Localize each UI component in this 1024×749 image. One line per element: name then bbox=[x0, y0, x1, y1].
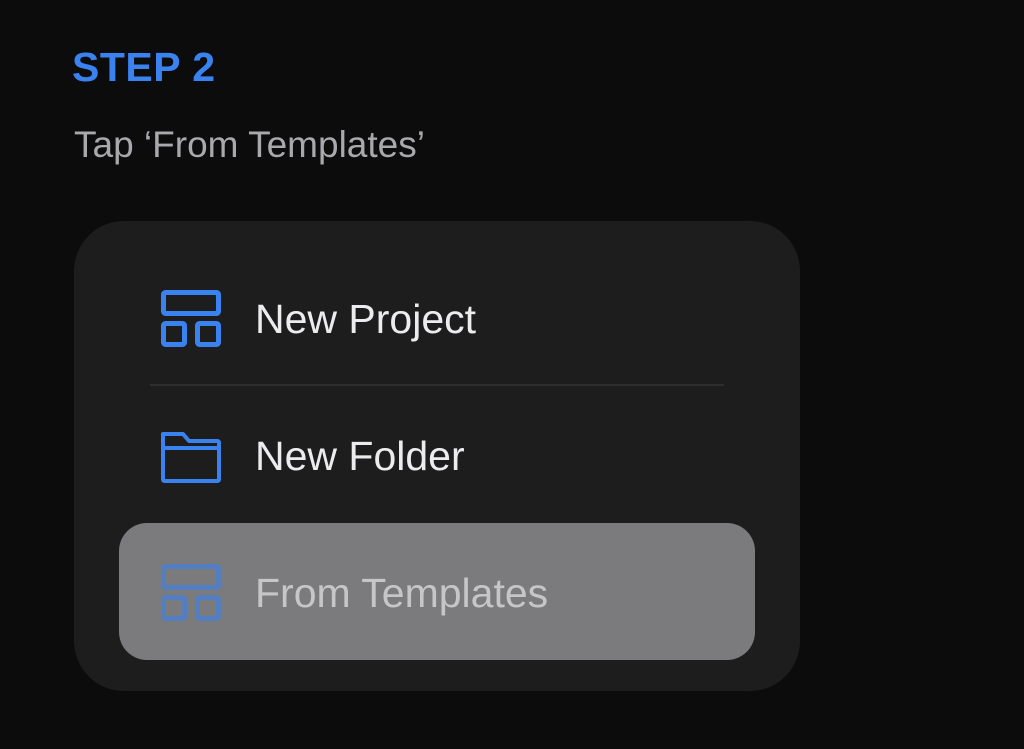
new-project-label: New Project bbox=[255, 296, 477, 342]
menu-card: New Project New Folder From Templates bbox=[74, 221, 800, 691]
from-templates-label: From Templates bbox=[255, 570, 549, 616]
from-templates-item[interactable]: From Templates bbox=[119, 523, 755, 660]
folder-icon bbox=[160, 426, 222, 488]
new-folder-label: New Folder bbox=[255, 433, 465, 479]
layout-template-icon bbox=[160, 563, 222, 625]
step-instruction: Tap ‘From Templates’ bbox=[74, 124, 425, 165]
new-project-item[interactable]: New Project bbox=[119, 249, 755, 386]
step-label: STEP 2 bbox=[72, 44, 216, 90]
layout-template-icon bbox=[160, 289, 222, 351]
new-folder-item[interactable]: New Folder bbox=[119, 386, 755, 523]
